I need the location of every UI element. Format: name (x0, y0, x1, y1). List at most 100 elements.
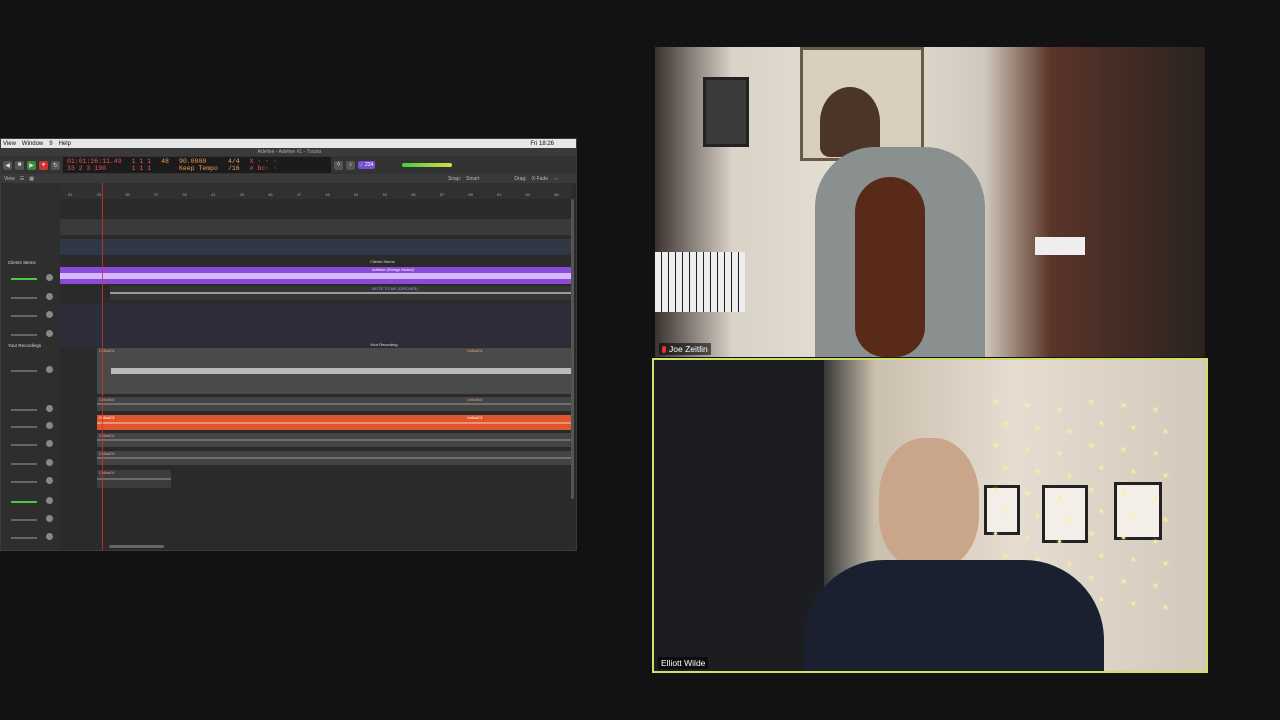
volume-slider[interactable] (11, 501, 37, 503)
region-cello-take-selected[interactable]: Cello#01 Cello#01 (97, 415, 572, 430)
light-bulb (1090, 444, 1093, 447)
stop-button[interactable]: ■ (15, 160, 24, 170)
light-bulb (994, 488, 997, 491)
horizontal-scrollbar[interactable] (109, 545, 164, 548)
lcd-display[interactable]: 01:01:26:11.49 33 2 3 190 1 1 1 1 1 1 48… (63, 157, 331, 173)
volume-slider[interactable] (11, 409, 37, 411)
video-tile-joe[interactable]: Joe Zeitlin (655, 47, 1205, 357)
view-menu[interactable]: View (4, 176, 15, 182)
menu-item-window[interactable]: Window (22, 141, 43, 147)
volume-slider[interactable] (11, 481, 37, 483)
zoom-icon[interactable]: ⇔ (553, 176, 558, 182)
menu-item-9[interactable]: 9 (49, 141, 52, 147)
light-bulb (1154, 540, 1157, 543)
ruler-tick-label: 41 (211, 192, 216, 197)
volume-slider[interactable] (11, 537, 37, 539)
pan-knob[interactable] (46, 274, 53, 281)
playhead[interactable] (102, 183, 103, 550)
track-headers: Clients Stems Your Recordings (1, 183, 61, 550)
menu-item-help[interactable]: Help (59, 141, 71, 147)
pan-knob[interactable] (46, 293, 53, 300)
pan-knob[interactable] (46, 422, 53, 429)
light-bulb (1004, 510, 1007, 513)
lcd-time-bars: 33 2 3 190 (67, 165, 107, 172)
light-bulb (1100, 554, 1103, 557)
volume-slider[interactable] (11, 444, 37, 446)
region-cello-take[interactable]: Cello#01 Cello#01 (97, 397, 572, 411)
pan-knob[interactable] (46, 515, 53, 522)
light-bulb (1164, 562, 1167, 565)
metronome-button[interactable]: ◊ (334, 160, 343, 170)
track-name-your-recordings[interactable]: Your Recordings (8, 343, 41, 348)
record-button[interactable]: ● (39, 160, 48, 170)
track-name-clients-stems[interactable]: Clients Stems (8, 260, 36, 265)
volume-slider[interactable] (11, 278, 37, 280)
volume-slider[interactable] (11, 297, 37, 299)
light-bulb (1132, 514, 1135, 517)
timeline-ruler[interactable]: 31 33 35 37 39 41 43 45 47 49 51 53 55 57 59 61 63 65 (60, 183, 572, 199)
pan-knob[interactable] (46, 405, 53, 412)
pan-knob[interactable] (46, 366, 53, 373)
lcd-time-smpte: 01:01:26:11.49 (67, 158, 122, 165)
master-volume-slider[interactable] (402, 163, 453, 167)
drag-select[interactable]: X-Fade (532, 176, 548, 182)
tuner-button[interactable]: ♪ (346, 160, 355, 170)
rewind-button[interactable]: ◀ (3, 160, 12, 170)
region-cello-take[interactable]: Cello#01 Cello#01 (97, 348, 572, 394)
light-bulb (1122, 536, 1125, 539)
volume-slider[interactable] (11, 334, 37, 336)
pan-knob[interactable] (46, 459, 53, 466)
play-button[interactable]: ▶ (27, 160, 36, 170)
keyboard-piano (655, 252, 745, 312)
waveform (60, 272, 572, 279)
person-body (804, 560, 1104, 671)
laptop (1035, 237, 1085, 255)
light-bulb (1164, 430, 1167, 433)
ruler-tick-label: 59 (468, 192, 473, 197)
snap-select[interactable]: Smart (466, 176, 479, 182)
menu-status-area: Fri 18:26 (530, 141, 576, 147)
grid-icon[interactable]: ▦ (29, 176, 34, 182)
light-bulb (1132, 426, 1135, 429)
daw-window: View Window 9 Help Fri 18:26 Adeline - A… (0, 138, 577, 551)
volume-slider[interactable] (11, 519, 37, 521)
light-bulb (1068, 562, 1071, 565)
region-cello-take[interactable]: Cello#01 (97, 470, 171, 488)
region-cello-take[interactable]: Cello#01 (97, 451, 572, 465)
ruler-tick-label: 51 (354, 192, 359, 197)
list-icon[interactable]: ☰ (20, 176, 24, 182)
light-bulb (1154, 452, 1157, 455)
region-title-clients-stems: Clients Stems (370, 259, 395, 264)
volume-slider[interactable] (11, 463, 37, 465)
ruler-tick-label: 57 (439, 192, 445, 197)
ruler-tick-label: 47 (296, 192, 302, 197)
count-in-button[interactable]: ♩234 (358, 161, 376, 169)
menu-item-view[interactable]: View (3, 141, 16, 147)
pan-knob[interactable] (46, 533, 53, 540)
video-tile-elliott[interactable]: Elliott Wilde (652, 358, 1208, 673)
region-adeline-strings[interactable]: Adeline (Strings Muted) (60, 267, 572, 284)
volume-slider[interactable] (11, 426, 37, 428)
light-bulb (1036, 470, 1039, 473)
pan-knob[interactable] (46, 330, 53, 337)
light-bulb (1122, 580, 1125, 583)
participant-name-elliott: Elliott Wilde (658, 657, 709, 669)
region-cello-take[interactable]: Cello#01 (97, 433, 572, 447)
region-adeline-orchestra[interactable]: NOTE TO ME (ORCHES) (110, 286, 572, 300)
region-label: Cello#01 (467, 415, 483, 420)
light-bulb (1164, 606, 1167, 609)
light-bulb (1100, 510, 1103, 513)
pan-knob[interactable] (46, 311, 53, 318)
empty-lane (60, 219, 572, 235)
volume-slider[interactable] (11, 315, 37, 317)
vertical-scrollbar[interactable] (571, 199, 574, 499)
lcd-pos-top: 1 1 1 (131, 158, 152, 165)
volume-slider[interactable] (11, 370, 37, 372)
cycle-button[interactable]: ↻ (51, 160, 60, 170)
ruler-tick-label: 65 (554, 192, 559, 197)
pan-knob[interactable] (46, 440, 53, 447)
light-bulb (1004, 554, 1007, 557)
arrange-area[interactable]: Clients Stems Adeline (Strings Muted) NO… (60, 199, 572, 550)
pan-knob[interactable] (46, 497, 53, 504)
pan-knob[interactable] (46, 477, 53, 484)
